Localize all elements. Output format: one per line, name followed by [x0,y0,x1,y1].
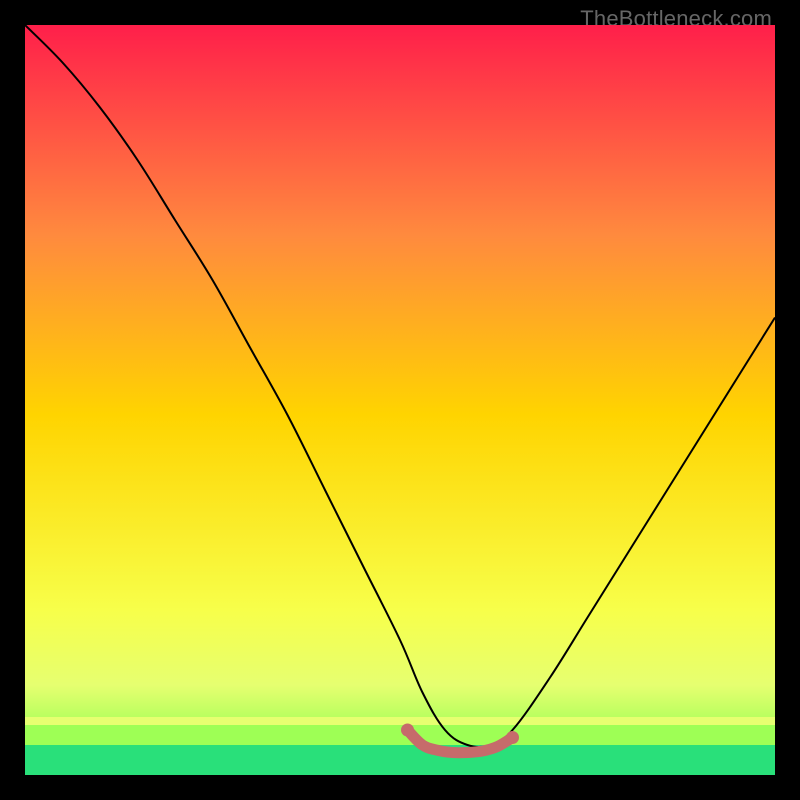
optimal-range-dot-left [401,724,414,737]
band-lightgreen [25,725,775,745]
band-green [25,745,775,775]
chart-frame: TheBottleneck.com [0,0,800,800]
chart-svg [25,25,775,775]
band-pale [25,717,775,725]
gradient-background [25,25,775,775]
optimal-range-dot-right [506,731,519,744]
plot-area [25,25,775,775]
